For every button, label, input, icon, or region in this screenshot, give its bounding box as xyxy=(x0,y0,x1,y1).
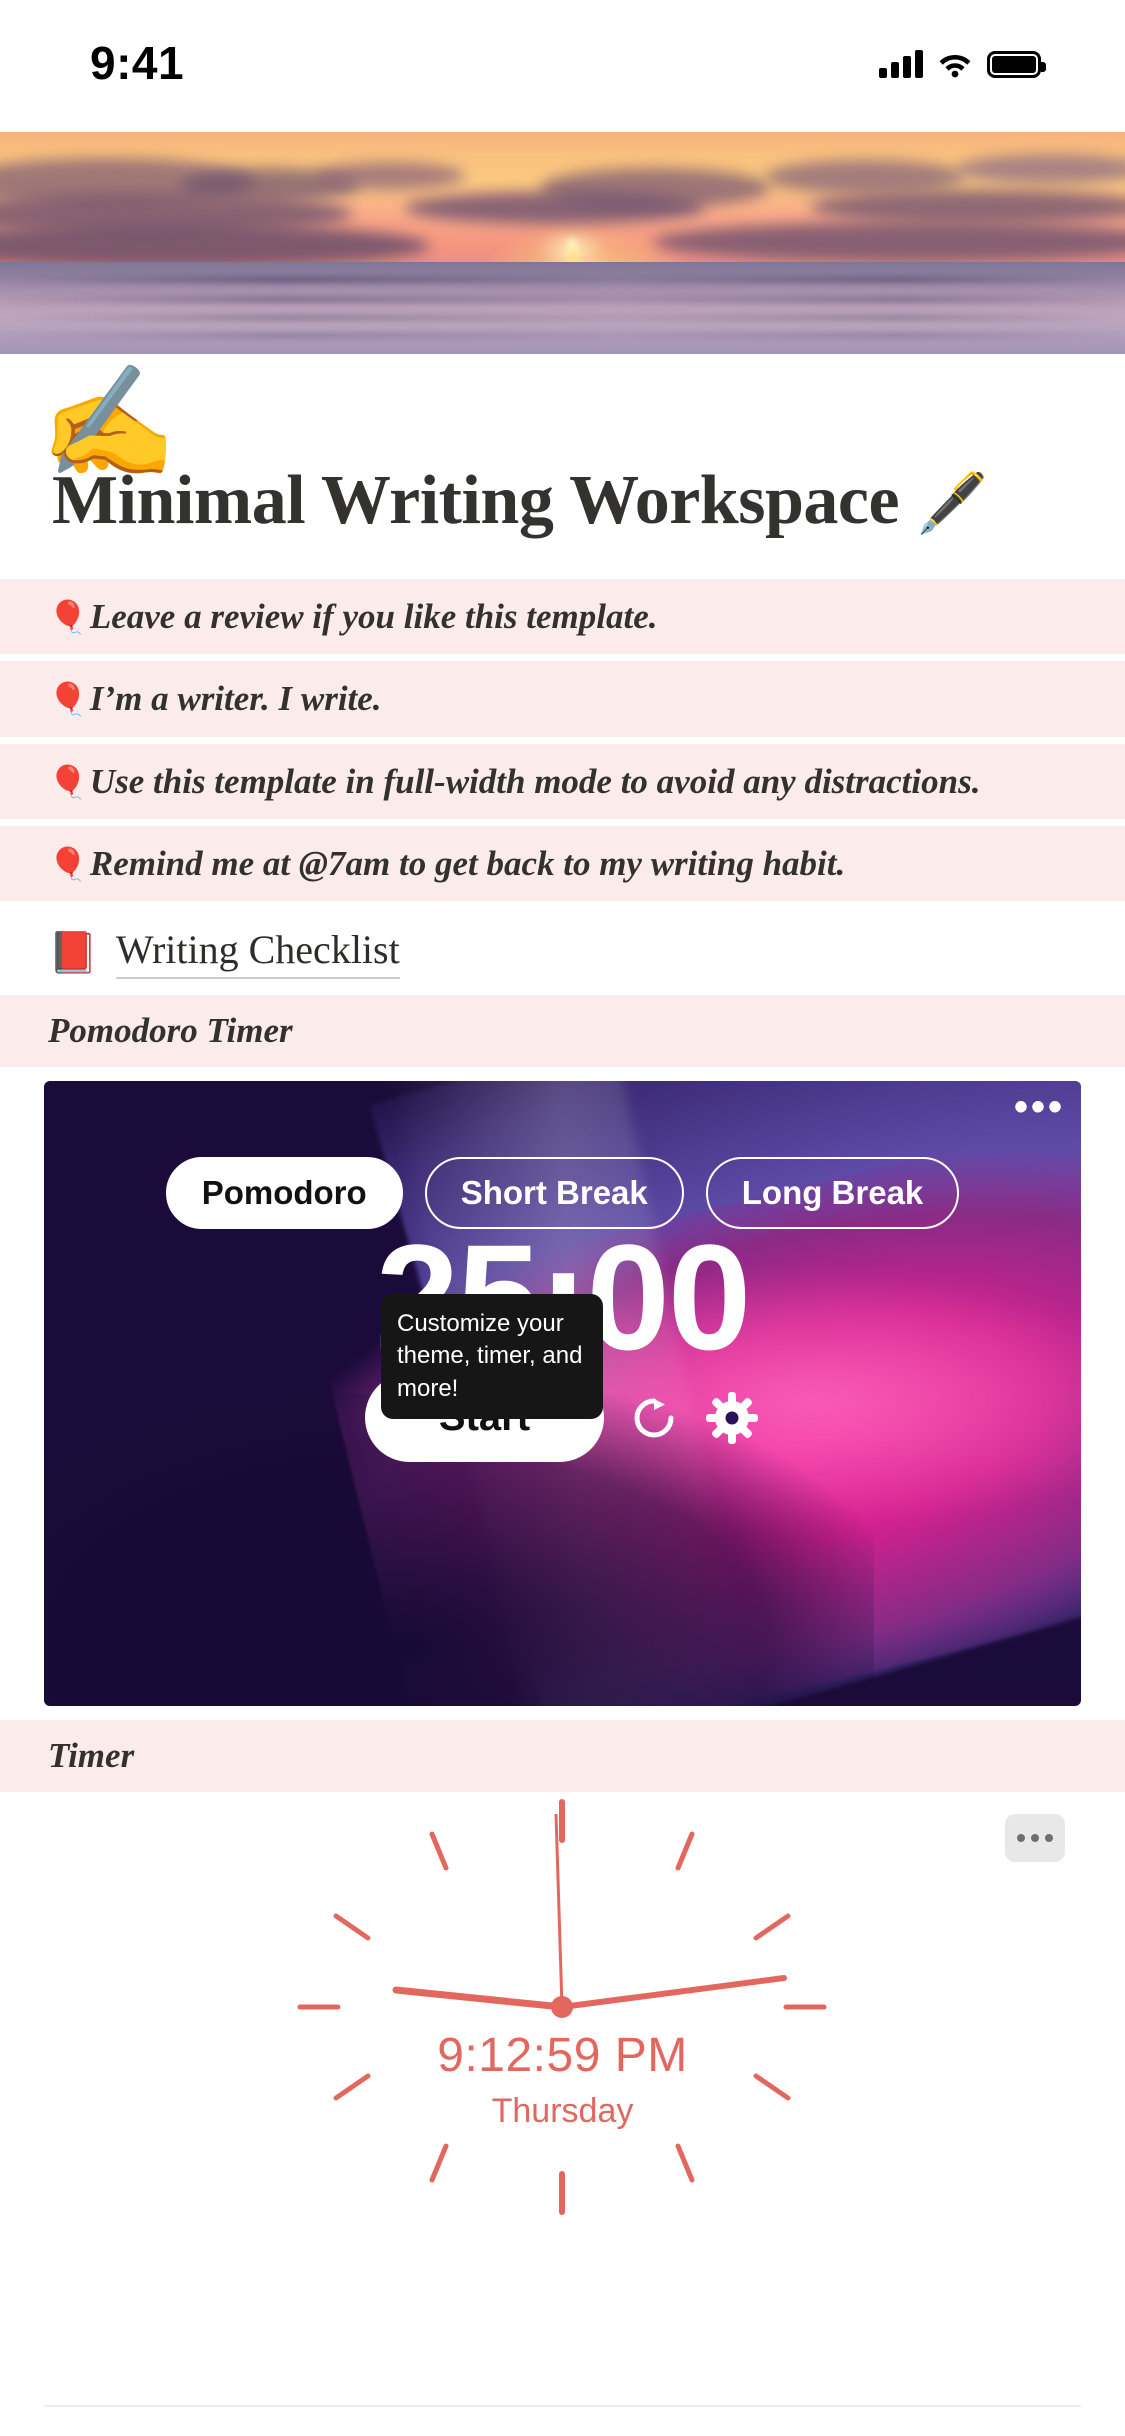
page-title-text: Minimal Writing Workspace xyxy=(52,462,900,539)
status-bar-clock: 9:41 xyxy=(90,37,185,89)
writing-checklist-link-row[interactable]: 📕 Writing Checklist xyxy=(0,908,1125,995)
battery-full-icon xyxy=(987,50,1046,78)
page-body: Minimal Writing Workspace 🖋️ 🎈 Leave a r… xyxy=(0,462,1125,2222)
balloon-icon: 🎈 xyxy=(48,599,88,635)
more-options-icon[interactable] xyxy=(1005,1814,1065,1862)
writing-checklist-link[interactable]: Writing Checklist xyxy=(115,926,400,979)
pomodoro-section-label: Pomodoro Timer xyxy=(0,995,1125,1067)
clock-svg xyxy=(297,1799,827,2215)
reset-icon[interactable] xyxy=(626,1390,682,1446)
callout-block[interactable]: 🎈 I’m a writer. I write. xyxy=(0,661,1125,737)
callout-block[interactable]: 🎈 Remind me at @7am to get back to my wr… xyxy=(0,825,1125,901)
page-icon-emoji[interactable]: ✍️ xyxy=(40,368,177,478)
balloon-icon: 🎈 xyxy=(48,681,88,718)
status-bar-indicators xyxy=(879,44,1046,84)
phone-screen: 9:41 ✍️ Minimal Writing Workspace 🖋️ 🎈 L… xyxy=(0,0,1125,2436)
fountain-pen-icon: 🖋️ xyxy=(916,471,988,536)
balloon-icon: 🎈 xyxy=(48,845,88,882)
analog-clock-face xyxy=(44,1792,1081,2222)
balloon-icon: 🎈 xyxy=(48,763,88,800)
bottom-divider xyxy=(44,2405,1081,2407)
timer-section-label: Timer xyxy=(0,1720,1125,1792)
closed-book-icon: 📕 xyxy=(48,930,98,975)
callout-text: Remind me at @7am to get back to my writ… xyxy=(89,843,846,883)
callout-list: 🎈 Leave a review if you like this templa… xyxy=(0,579,1125,901)
pomodoro-tooltip: Customize your theme, timer, and more! xyxy=(381,1294,603,1420)
callout-block[interactable]: 🎈 Use this template in full-width mode t… xyxy=(0,743,1125,819)
page-title: Minimal Writing Workspace 🖋️ xyxy=(52,462,1125,539)
more-options-icon[interactable]: ••• xyxy=(1014,1087,1065,1127)
status-bar: 9:41 xyxy=(0,0,1125,132)
clock-embed[interactable]: 9:12:59 PM Thursday xyxy=(44,1792,1081,2222)
cellular-signal-icon xyxy=(879,50,923,78)
pomodoro-timer-embed[interactable]: ••• Pomodoro Short Break Long Break 25:0… xyxy=(44,1081,1081,1706)
gear-icon[interactable] xyxy=(704,1390,760,1446)
callout-block[interactable]: 🎈 Leave a review if you like this templa… xyxy=(0,579,1125,655)
clock-digital-time: 9:12:59 PM xyxy=(437,2029,688,2082)
callout-text: Use this template in full-width mode to … xyxy=(89,761,981,801)
callout-text: I’m a writer. I write. xyxy=(89,679,382,719)
clock-day-label: Thursday xyxy=(491,2092,634,2130)
cover-sea xyxy=(0,262,1125,354)
wifi-icon xyxy=(937,50,973,78)
cover-image xyxy=(0,132,1125,354)
callout-text: Leave a review if you like this template… xyxy=(89,597,658,636)
